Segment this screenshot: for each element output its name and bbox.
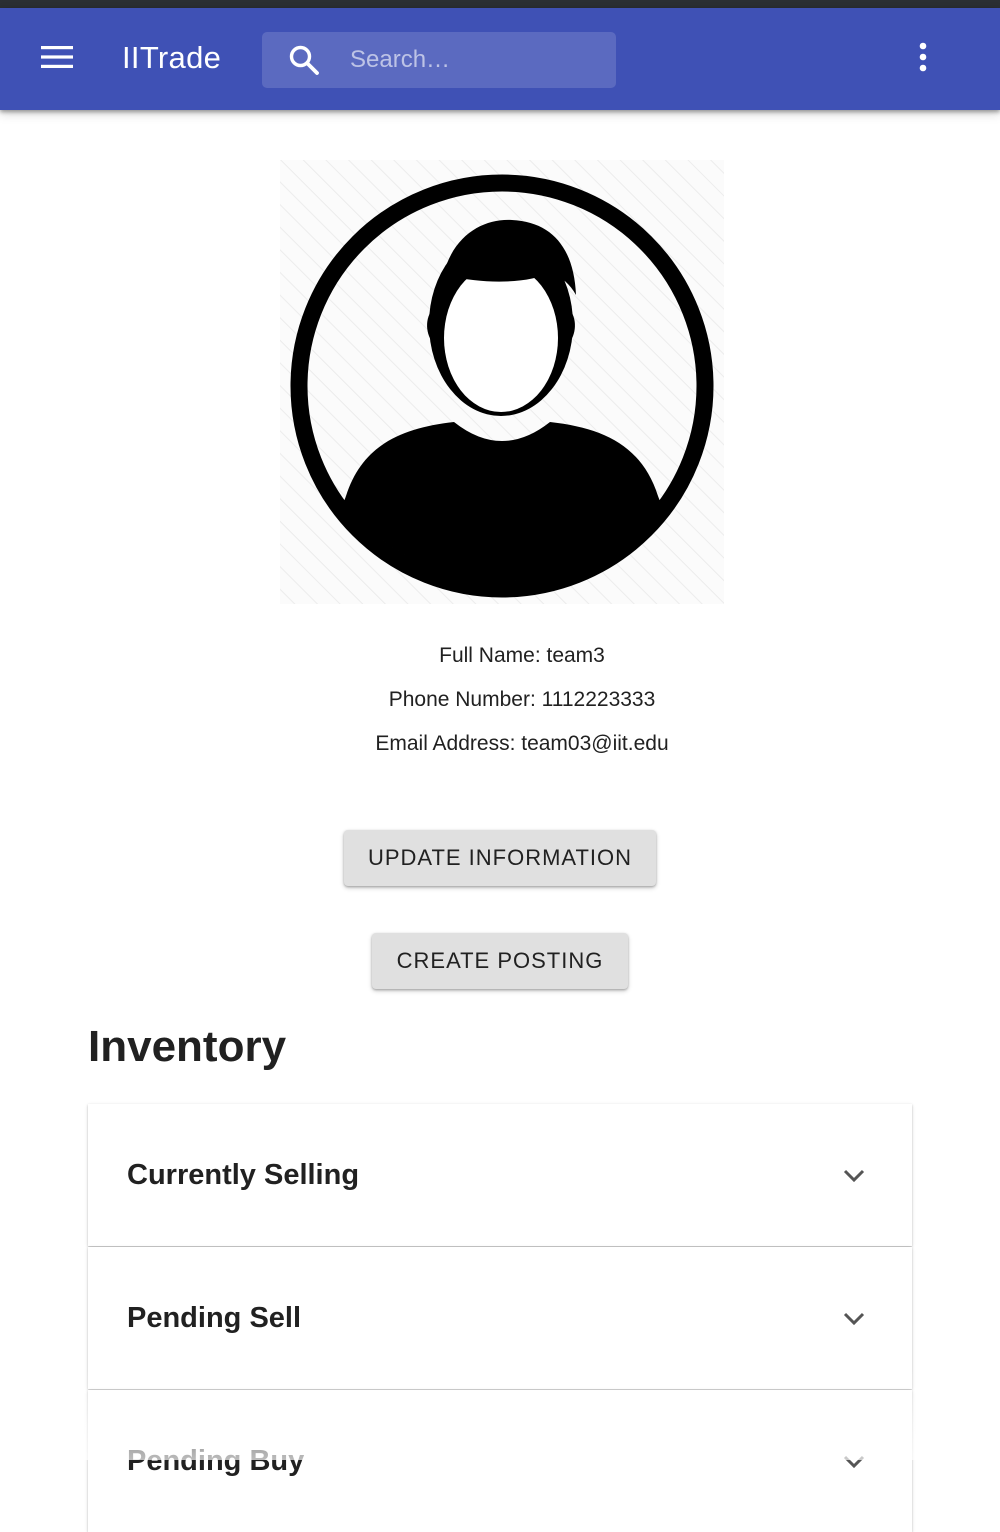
- user-avatar-icon: [280, 160, 724, 604]
- profile-phone-number: Phone Number: 1112223333: [388, 688, 656, 711]
- panel-pending-buy[interactable]: Pending Buy: [88, 1390, 912, 1532]
- app-title: IITrade: [122, 40, 222, 75]
- more-vert-icon: [918, 42, 928, 77]
- create-posting-button[interactable]: CREATE POSTING: [372, 933, 628, 989]
- chevron-down-icon[interactable]: [837, 1447, 871, 1477]
- panel-title: Currently Selling: [127, 1159, 360, 1191]
- chevron-down-icon[interactable]: [837, 1304, 871, 1334]
- more-options-button[interactable]: [900, 34, 946, 84]
- search-icon: [286, 42, 322, 78]
- panel-title: Pending Buy: [127, 1445, 305, 1477]
- profile-email-address: Email Address: team03@iit.edu: [375, 732, 669, 755]
- window-top-strip: [0, 0, 1000, 8]
- inventory-heading: Inventory: [88, 1022, 287, 1071]
- profile-avatar: [280, 160, 724, 604]
- app-bar: IITrade: [0, 8, 1000, 110]
- panel-title: Pending Sell: [127, 1302, 302, 1334]
- panel-currently-selling[interactable]: Currently Selling: [88, 1104, 912, 1246]
- chevron-down-icon[interactable]: [837, 1161, 871, 1191]
- panel-pending-sell[interactable]: Pending Sell: [88, 1247, 912, 1389]
- search-input[interactable]: [350, 32, 600, 88]
- update-information-button[interactable]: UPDATE INFORMATION: [344, 830, 656, 886]
- search-box: [262, 32, 616, 88]
- menu-button[interactable]: [30, 36, 84, 82]
- profile-full-name: Full Name: team3: [439, 644, 605, 667]
- hamburger-menu-icon: [41, 45, 73, 74]
